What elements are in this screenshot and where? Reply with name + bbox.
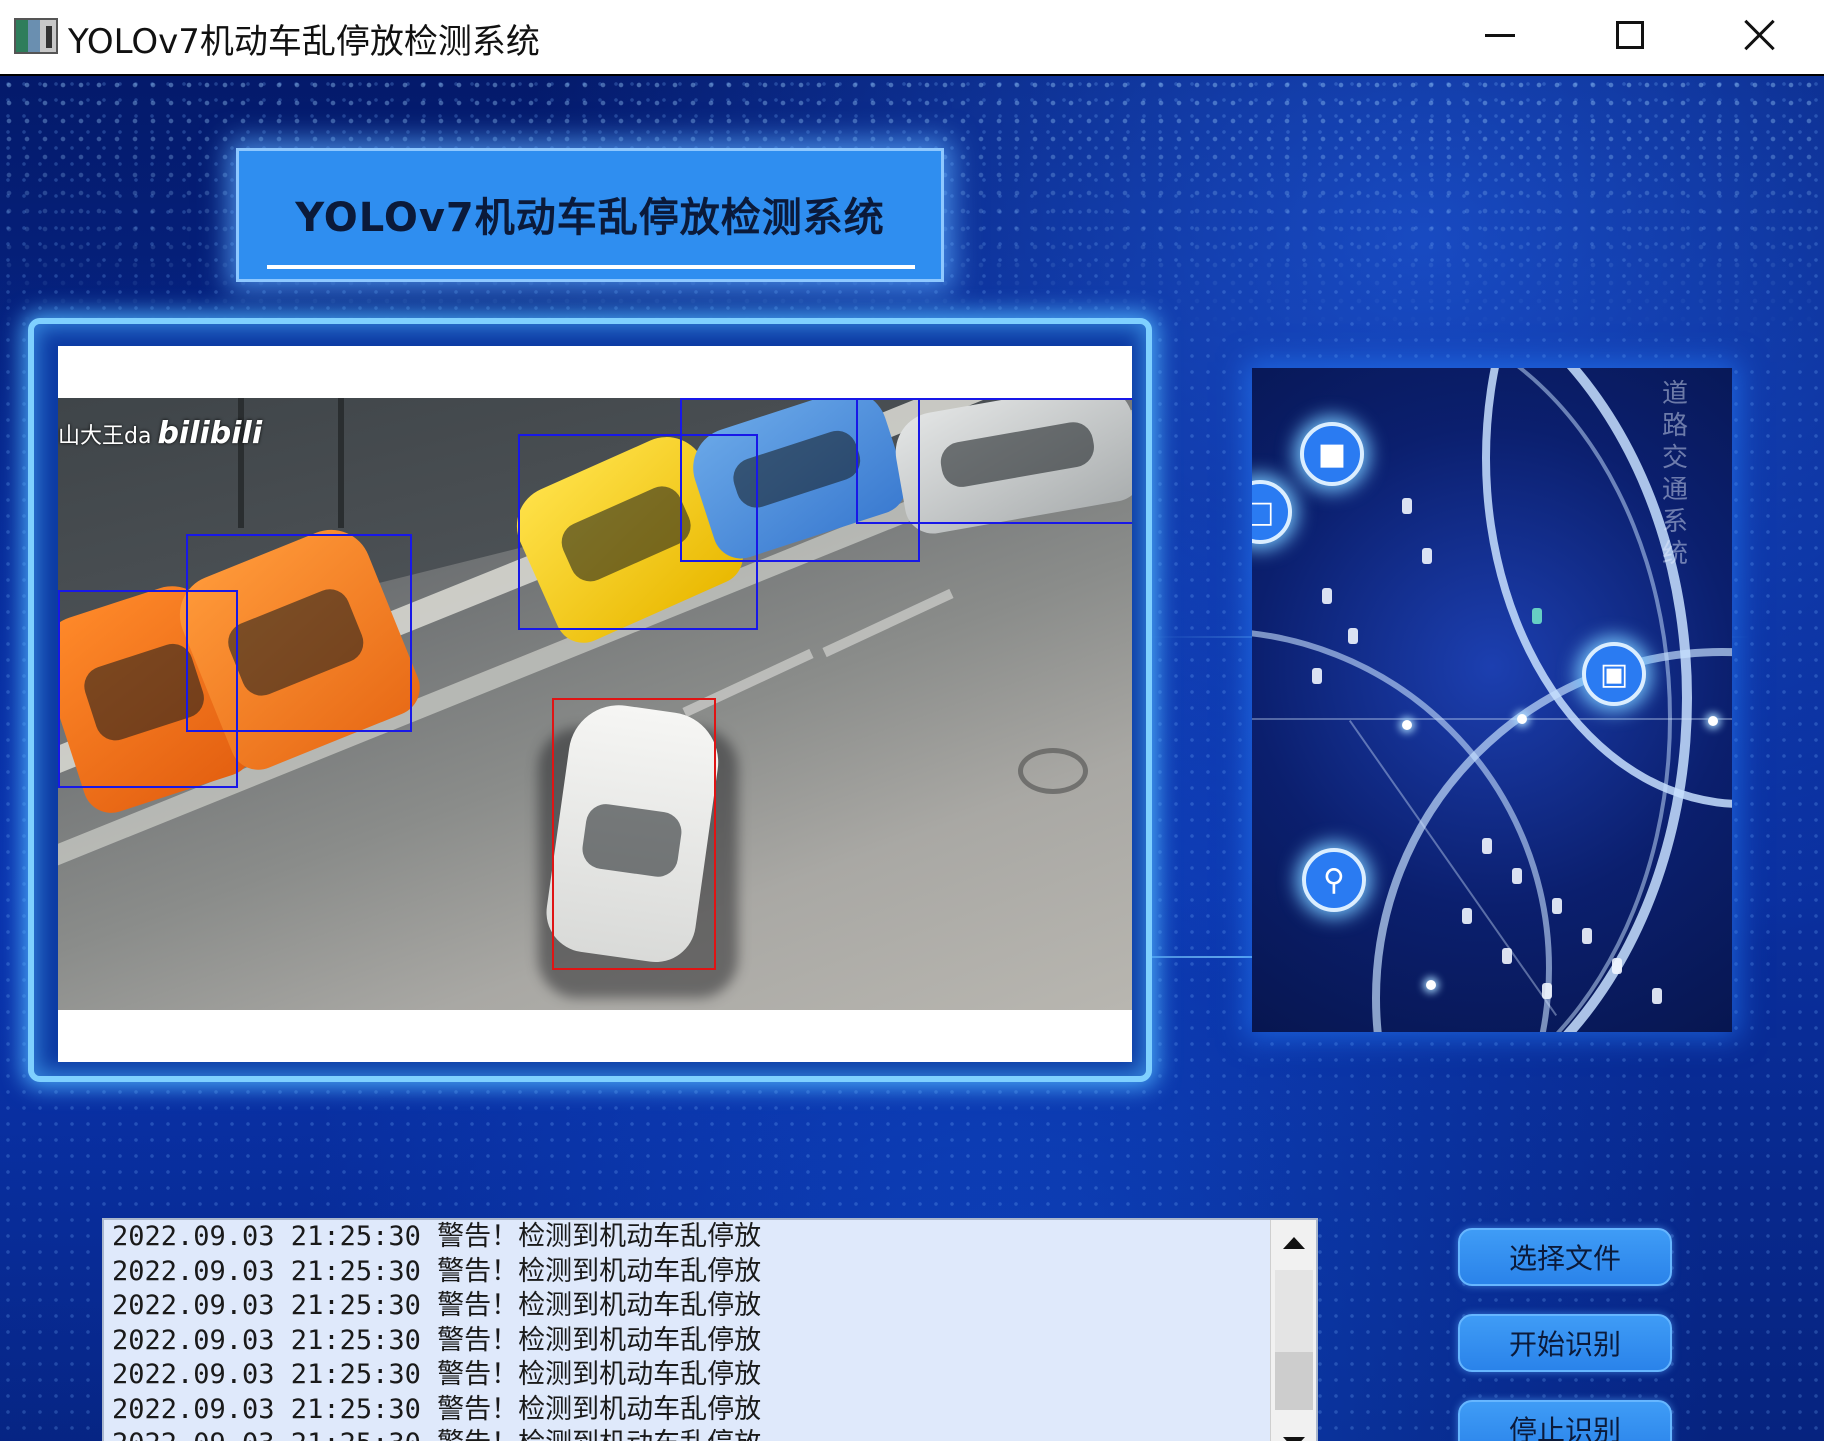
city-vertical-text: 道路交通系统 <box>1662 379 1689 569</box>
header-title-panel: YOLOv7机动车乱停放检测系统 <box>236 148 944 282</box>
page-title: YOLOv7机动车乱停放检测系统 <box>295 195 885 241</box>
log-line: 2022.09.03 21:25:30 警告！检测到机动车乱停放 <box>112 1359 762 1390</box>
road-marking <box>822 588 954 658</box>
bus-icon: ▣ <box>1582 642 1646 706</box>
stop-recognition-button[interactable]: 停止识别 <box>1458 1400 1672 1441</box>
network-node <box>1426 980 1436 990</box>
watermark-author: 山大王da <box>58 424 152 449</box>
app-icon <box>14 18 58 54</box>
log-scrollbar[interactable] <box>1270 1220 1316 1441</box>
network-node <box>1708 716 1718 726</box>
log-line: 2022.09.03 21:25:30 警告！检测到机动车乱停放 <box>112 1255 762 1287</box>
log-line: 2022.09.03 21:25:30 警告！检测到机动车乱停放 <box>112 1290 762 1321</box>
log-line: 2022.09.03 21:25:30 警告！检测到机动车乱停放 <box>112 1221 762 1252</box>
car-icon: ■ <box>1300 422 1364 486</box>
maximize-button[interactable] <box>1570 0 1690 70</box>
lane-line <box>1252 718 1732 720</box>
window-titlebar: YOLOv7机动车乱停放检测系统 <box>0 0 1824 74</box>
watermark-brand: bilibili <box>157 416 263 451</box>
search-icon: ⚲ <box>1302 848 1366 912</box>
scroll-thumb[interactable] <box>1275 1352 1313 1410</box>
title-underline <box>267 265 915 269</box>
minimize-button[interactable] <box>1440 0 1560 70</box>
scroll-down-button[interactable] <box>1271 1420 1316 1441</box>
pole <box>338 398 344 528</box>
log-line: 2022.09.03 21:25:30 警告！检测到机动车乱停放 <box>112 1324 762 1356</box>
detection-box <box>856 398 1132 524</box>
detection-box <box>186 534 412 732</box>
video-watermark: 山大王da bilibili <box>58 416 262 451</box>
log-lines: 2022.09.03 21:25:30 警告！检测到机动车乱停放 2022.09… <box>112 1220 1272 1441</box>
network-node <box>1402 720 1412 730</box>
network-node <box>1517 714 1527 724</box>
video-display-frame: 山大王da bilibili <box>28 318 1152 1082</box>
log-line: 2022.09.03 21:25:30 警告！检测到机动车乱停放 <box>112 1427 1272 1441</box>
select-file-button[interactable]: 选择文件 <box>1458 1228 1672 1286</box>
arrow-up-icon <box>1283 1237 1305 1249</box>
video-display: 山大王da bilibili <box>58 346 1132 1062</box>
scroll-up-button[interactable] <box>1271 1220 1316 1266</box>
log-line: 2022.09.03 21:25:30 警告！检测到机动车乱停放 <box>112 1393 762 1425</box>
window-title: YOLOv7机动车乱停放检测系统 <box>68 22 540 62</box>
minimize-icon <box>1485 33 1515 37</box>
maximize-icon <box>1616 21 1644 49</box>
main-panel: YOLOv7机动车乱停放检测系统 山大王da bilibili ■ □ ▣ ⚲ … <box>0 76 1824 1441</box>
city-traffic-image: ■ □ ▣ ⚲ 道路交通系统 <box>1252 368 1732 1032</box>
start-recognition-button[interactable]: 开始识别 <box>1458 1314 1672 1372</box>
arrow-down-icon <box>1283 1437 1305 1441</box>
close-button[interactable] <box>1700 0 1820 70</box>
violation-detection-box <box>552 698 716 970</box>
detection-frame-image: 山大王da bilibili <box>58 398 1132 1010</box>
manhole <box>1018 748 1088 794</box>
close-icon <box>1744 19 1776 51</box>
detection-log-textbox[interactable]: 2022.09.03 21:25:30 警告！检测到机动车乱停放 2022.09… <box>102 1218 1318 1441</box>
